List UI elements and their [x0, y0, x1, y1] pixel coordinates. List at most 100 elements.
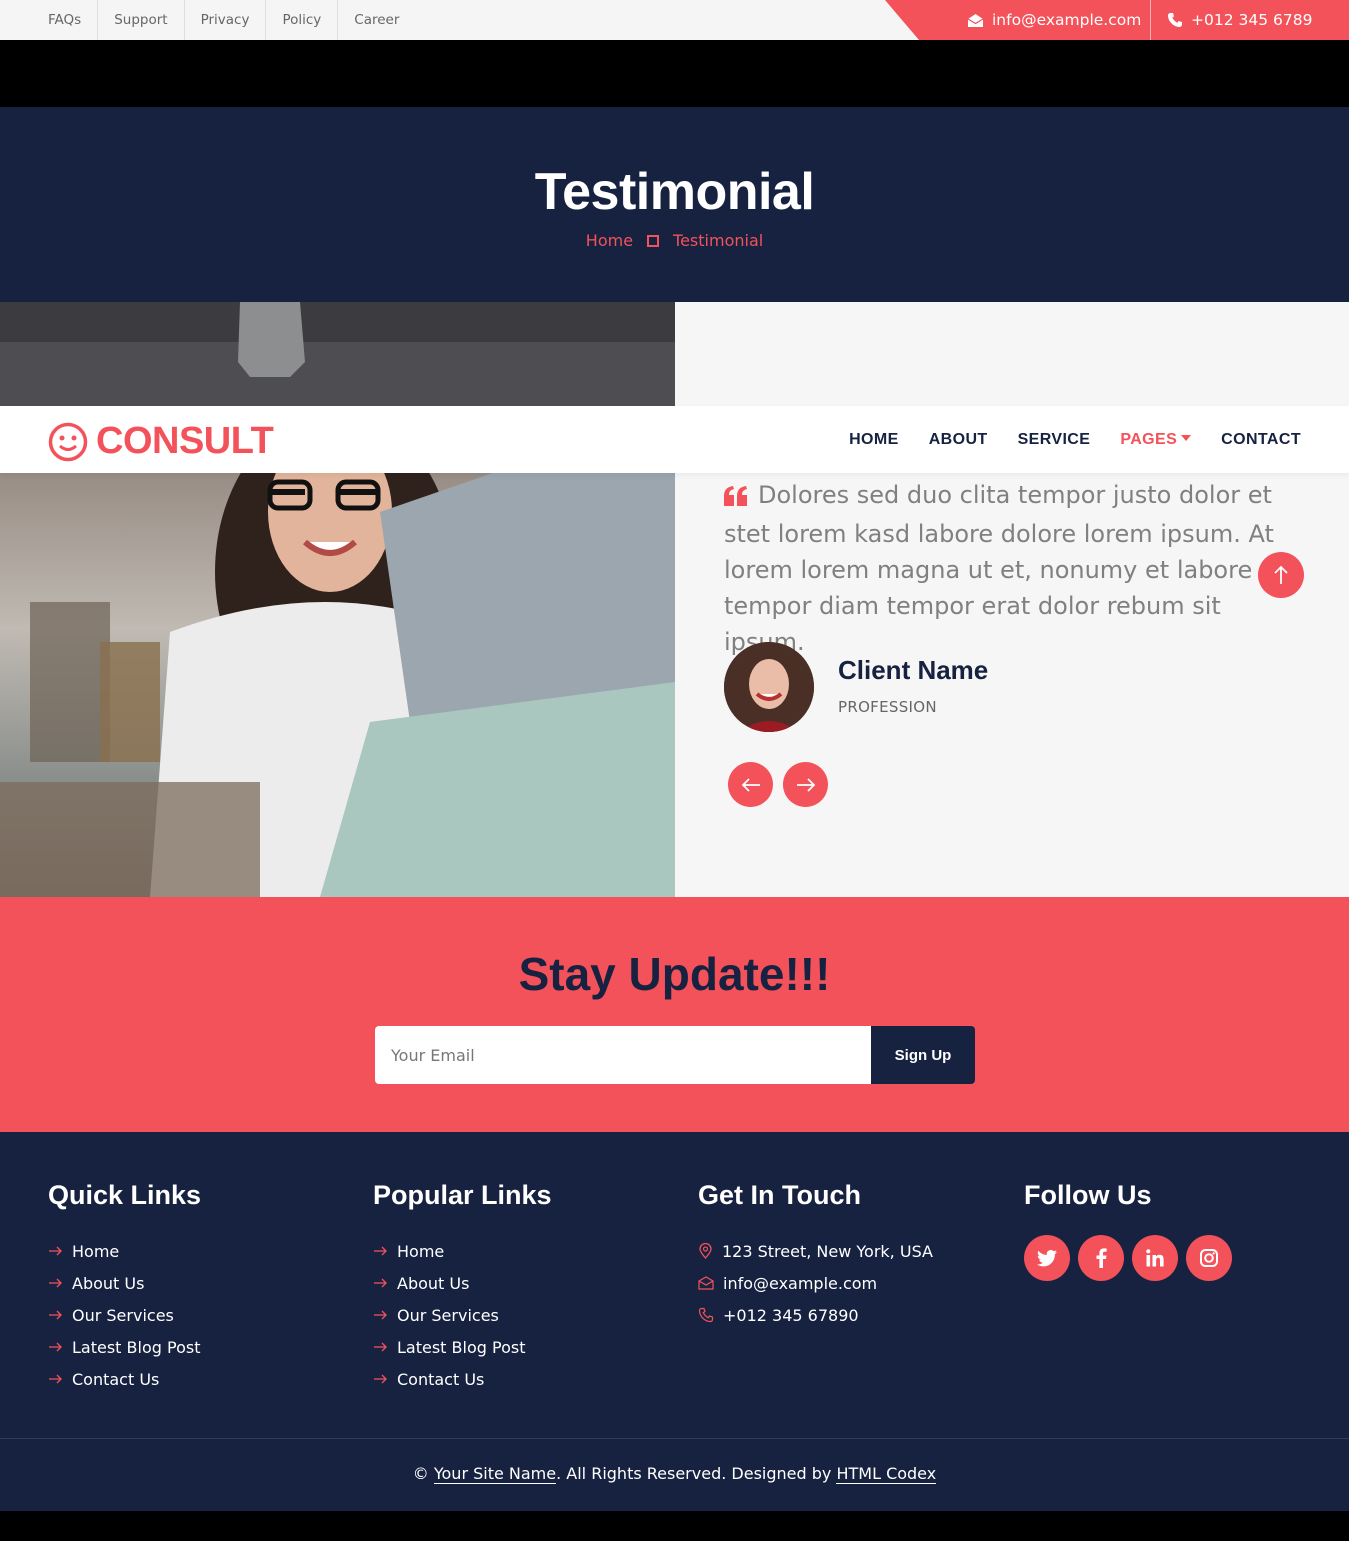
- testimonial-image: [0, 302, 675, 897]
- breadcrumb-current: Testimonial: [673, 231, 764, 250]
- carousel-prev-button[interactable]: [728, 762, 773, 807]
- back-to-top-button[interactable]: [1258, 552, 1304, 598]
- newsletter-email-input[interactable]: [375, 1026, 871, 1084]
- arrow-right-icon: [49, 1342, 62, 1352]
- newsletter-title: Stay Update!!!: [518, 948, 831, 1000]
- nav-menu: HOME ABOUT SERVICE PAGES CONTACT: [849, 406, 1301, 473]
- contact-phone[interactable]: +012 345 67890: [698, 1299, 933, 1331]
- brand-name: CONSULT: [96, 420, 274, 462]
- top-link-privacy[interactable]: Privacy: [183, 0, 266, 40]
- page-title: Testimonial: [534, 163, 815, 221]
- nav-pages-label: PAGES: [1120, 430, 1178, 448]
- brand-logo[interactable]: CONSULT: [48, 420, 274, 463]
- signup-button[interactable]: Sign Up: [871, 1026, 975, 1084]
- arrow-left-icon: [741, 777, 760, 792]
- quick-link-item[interactable]: About Us: [48, 1267, 201, 1299]
- popular-link-item[interactable]: Contact Us: [373, 1363, 552, 1395]
- site-name-link[interactable]: Your Site Name: [433, 1464, 557, 1484]
- arrow-right-icon: [49, 1278, 62, 1288]
- arrow-right-icon: [796, 777, 815, 792]
- facebook-icon: [1096, 1248, 1107, 1268]
- breadcrumb-home[interactable]: Home: [586, 231, 633, 250]
- linkedin-button[interactable]: [1132, 1235, 1178, 1281]
- quick-link-item[interactable]: Our Services: [48, 1299, 201, 1331]
- contact-address-text: 123 Street, New York, USA: [722, 1241, 933, 1261]
- map-marker-icon: [699, 1243, 712, 1259]
- designer-link[interactable]: HTML Codex: [836, 1464, 937, 1484]
- linkedin-icon: [1146, 1249, 1164, 1267]
- nav-pages-dropdown[interactable]: PAGES: [1120, 430, 1192, 449]
- contact-email[interactable]: info@example.com: [698, 1267, 933, 1299]
- twitter-button[interactable]: [1024, 1235, 1070, 1281]
- arrow-right-icon: [49, 1374, 62, 1384]
- contact-title: Get In Touch: [698, 1180, 861, 1210]
- top-contact-divider: [1150, 0, 1151, 40]
- contact-email-text: info@example.com: [723, 1273, 878, 1293]
- client-name: Client Name: [838, 655, 989, 685]
- client-profession: PROFESSION: [838, 698, 937, 716]
- nav-service[interactable]: SERVICE: [1018, 431, 1091, 449]
- instagram-button[interactable]: [1186, 1235, 1232, 1281]
- arrow-up-icon: [1274, 565, 1288, 584]
- arrow-right-icon: [49, 1246, 62, 1256]
- phone-icon: [698, 1307, 714, 1323]
- footer-quick-links: Quick Links Home About Us Our Services L…: [48, 1180, 201, 1395]
- contact-phone-text: +012 345 67890: [723, 1305, 859, 1325]
- popular-link-item[interactable]: Latest Blog Post: [373, 1331, 552, 1363]
- quick-links-title: Quick Links: [48, 1180, 202, 1210]
- quick-link-item[interactable]: Home: [48, 1235, 201, 1267]
- twitter-icon: [1037, 1249, 1057, 1266]
- follow-title: Follow Us: [1024, 1180, 1152, 1210]
- breadcrumb-separator-icon: [647, 234, 660, 247]
- nav-contact[interactable]: CONTACT: [1221, 431, 1301, 449]
- arrow-right-icon: [374, 1374, 387, 1384]
- top-link-policy[interactable]: Policy: [265, 0, 337, 40]
- quick-link-label: Our Services: [72, 1305, 174, 1325]
- quick-link-label: Latest Blog Post: [72, 1337, 201, 1357]
- main-navbar: CONSULT HOME ABOUT SERVICE PAGES CONTACT: [0, 406, 1349, 473]
- popular-link-label: Home: [397, 1241, 445, 1261]
- quick-link-item[interactable]: Contact Us: [48, 1363, 201, 1395]
- quote-text: Dolores sed duo clita tempor justo dolor…: [724, 481, 1284, 656]
- popular-links-title: Popular Links: [373, 1180, 552, 1210]
- nav-about[interactable]: ABOUT: [929, 431, 988, 449]
- top-link-faqs[interactable]: FAQs: [48, 0, 97, 40]
- footer-contact: Get In Touch 123 Street, New York, USA i…: [698, 1180, 933, 1331]
- top-link-support[interactable]: Support: [97, 0, 183, 40]
- quote-icon: [724, 480, 748, 516]
- quick-link-label: About Us: [72, 1273, 145, 1293]
- facebook-button[interactable]: [1078, 1235, 1124, 1281]
- top-email-text: info@example.com: [992, 11, 1142, 29]
- caret-down-icon: [1181, 434, 1192, 441]
- phone-icon: [1168, 13, 1182, 27]
- popular-link-label: Latest Blog Post: [397, 1337, 526, 1357]
- footer-follow: Follow Us: [1024, 1180, 1232, 1281]
- envelope-open-icon: [698, 1276, 714, 1290]
- top-bar: FAQs Support Privacy Policy Career info@…: [0, 0, 1349, 40]
- envelope-open-icon: [967, 13, 984, 27]
- popular-link-item[interactable]: Our Services: [373, 1299, 552, 1331]
- top-links: FAQs Support Privacy Policy Career: [48, 0, 415, 40]
- nav-home[interactable]: HOME: [849, 431, 899, 449]
- popular-link-item[interactable]: Home: [373, 1235, 552, 1267]
- social-links: [1024, 1235, 1232, 1281]
- popular-link-item[interactable]: About Us: [373, 1267, 552, 1299]
- carousel-next-button[interactable]: [783, 762, 828, 807]
- breadcrumb: Home Testimonial: [0, 231, 1349, 250]
- copyright-text: . All Rights Reserved. Designed by: [556, 1464, 832, 1483]
- top-phone[interactable]: +012 345 6789: [1167, 0, 1312, 40]
- top-phone-text: +012 345 6789: [1191, 11, 1313, 29]
- quick-link-item[interactable]: Latest Blog Post: [48, 1331, 201, 1363]
- page-bottom-edge: [0, 1511, 1349, 1541]
- top-email[interactable]: info@example.com: [967, 0, 1141, 40]
- instagram-icon: [1200, 1249, 1218, 1267]
- top-link-career[interactable]: Career: [337, 0, 415, 40]
- quick-link-label: Home: [72, 1241, 120, 1261]
- page-header: Testimonial Home Testimonial: [0, 107, 1349, 302]
- top-contact: info@example.com +012 345 6789: [885, 0, 1349, 40]
- arrow-right-icon: [374, 1310, 387, 1320]
- woman-laptop-illustration: [0, 302, 675, 897]
- footer-popular-links: Popular Links Home About Us Our Services…: [373, 1180, 552, 1395]
- arrow-right-icon: [49, 1310, 62, 1320]
- arrow-right-icon: [374, 1342, 387, 1352]
